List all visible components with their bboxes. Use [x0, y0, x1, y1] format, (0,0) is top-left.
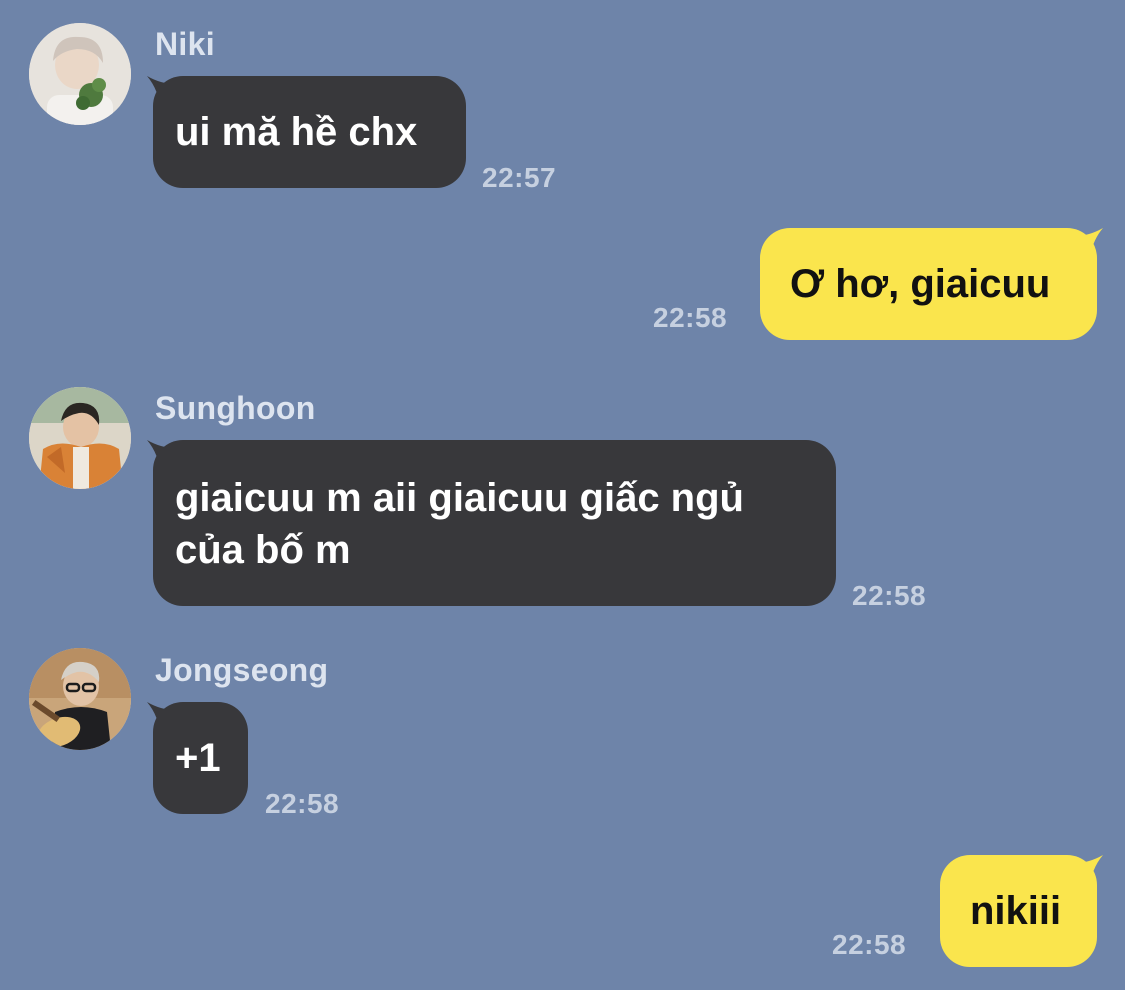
- person-photo-icon: [29, 648, 131, 750]
- person-photo-icon: [29, 387, 131, 489]
- message-timestamp: 22:58: [265, 788, 340, 819]
- message-text: Ơ hơ, giaicuu: [790, 262, 1051, 306]
- sender-name: Jongseong: [155, 652, 329, 688]
- message-bubble[interactable]: +1: [153, 702, 248, 814]
- message-text: ui mă hề chx: [175, 110, 418, 154]
- avatar-niki[interactable]: [29, 23, 131, 125]
- message-bubble[interactable]: giaicuu m aii giaicuu giấc ngủ của bố m: [153, 440, 836, 606]
- message-timestamp: 22:58: [852, 580, 927, 611]
- person-photo-icon: [29, 23, 131, 125]
- message-timestamp: 22:58: [832, 929, 907, 960]
- sender-name: Sunghoon: [155, 390, 316, 426]
- message-bubble[interactable]: Ơ hơ, giaicuu: [760, 228, 1097, 340]
- message-text: giaicuu m aii giaicuu giấc ngủ của bố m: [175, 476, 744, 572]
- avatar-sunghoon[interactable]: [29, 387, 131, 489]
- message-bubble[interactable]: nikiii: [940, 855, 1097, 967]
- sender-name: Niki: [155, 26, 215, 62]
- message-text: nikiii: [970, 889, 1062, 933]
- avatar-jongseong[interactable]: [29, 648, 131, 750]
- message-bubble[interactable]: ui mă hề chx: [153, 76, 466, 188]
- message-text: +1: [175, 736, 221, 780]
- message-timestamp: 22:58: [653, 302, 728, 333]
- message-timestamp: 22:57: [482, 162, 557, 193]
